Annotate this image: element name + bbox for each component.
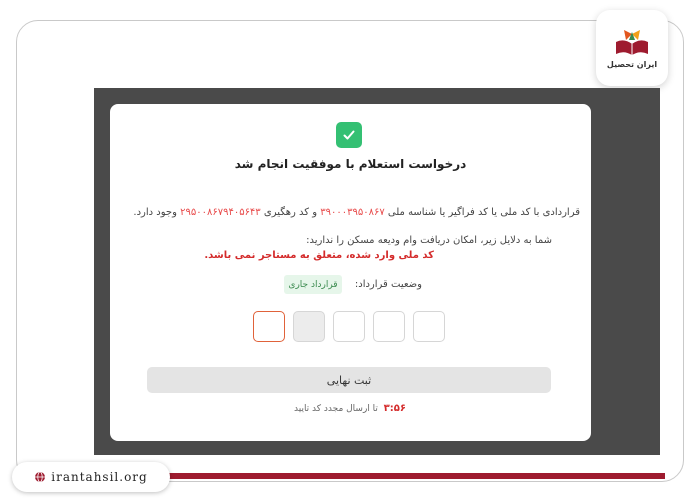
logo-text: ایران تحصیل bbox=[606, 59, 658, 69]
otp-digit-3[interactable] bbox=[333, 311, 365, 342]
submit-button[interactable]: ثبت نهایی bbox=[147, 367, 551, 393]
info-prefix: قراردادی با کد ملی یا کد فراگیر یا شناسه… bbox=[387, 207, 580, 218]
resend-text: تا ارسال مجدد کد تایید bbox=[294, 404, 378, 414]
masked-tracking-code: ۲۹۵۰۰۸۶۷۹۴۰۵۶۴۳ bbox=[180, 207, 261, 218]
site-url: irantahsil.org bbox=[51, 470, 148, 484]
reason-intro: شما به دلایل زیر، امکان دریافت وام ودیعه… bbox=[306, 235, 552, 246]
countdown: ۳:۵۶ bbox=[383, 403, 406, 414]
otp-digit-5[interactable] bbox=[253, 311, 285, 342]
otp-digit-4[interactable] bbox=[293, 311, 325, 342]
otp-digit-2[interactable] bbox=[373, 311, 405, 342]
status-label: وضعیت قرارداد: bbox=[354, 279, 422, 290]
check-icon bbox=[336, 122, 362, 148]
book-logo-icon bbox=[616, 29, 648, 55]
info-suffix: وجود دارد. bbox=[133, 207, 177, 218]
contract-info: قراردادی با کد ملی یا کد فراگیر یا شناسه… bbox=[120, 207, 580, 218]
masked-national-id: ۳۹۰۰۰۳۹۵۰۸۶۷ bbox=[320, 207, 385, 218]
brand-logo: ایران تحصیل bbox=[596, 10, 668, 86]
otp-digit-1[interactable] bbox=[413, 311, 445, 342]
footer-bar bbox=[160, 473, 665, 479]
modal-title: درخواست استعلام با موفقیت انجام شد bbox=[234, 157, 467, 171]
info-middle: و کد رهگیری bbox=[263, 207, 318, 218]
globe-icon bbox=[35, 471, 46, 483]
reason-error: کد ملی وارد شده، متعلق به مستاجر نمی باش… bbox=[204, 250, 434, 261]
status-badge: قرارداد جاری bbox=[284, 275, 342, 294]
resend-timer: ۳:۵۶ تا ارسال مجدد کد تایید bbox=[240, 403, 460, 414]
site-url-pill[interactable]: irantahsil.org bbox=[12, 462, 170, 492]
